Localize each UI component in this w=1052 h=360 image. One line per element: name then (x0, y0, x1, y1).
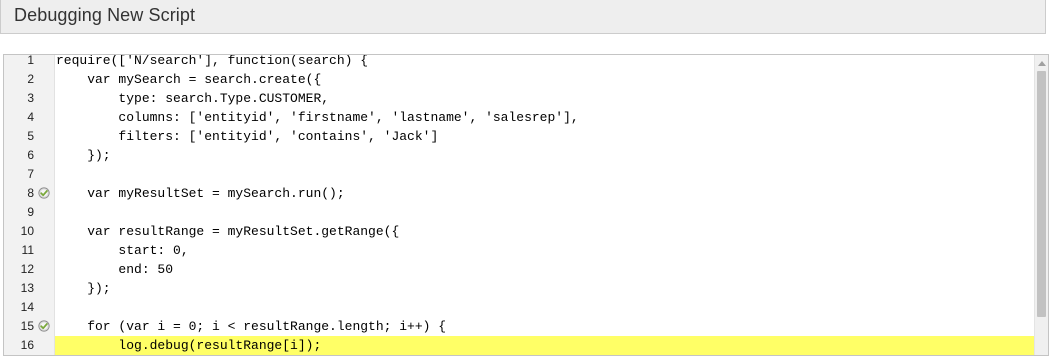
code-cell[interactable] (55, 165, 1034, 184)
line-number[interactable]: 5 (4, 127, 34, 146)
code-text: for (var i = 0; i < resultRange.length; … (56, 319, 447, 334)
code-line[interactable]: 3 type: search.Type.CUSTOMER, (4, 89, 1034, 108)
code-cell[interactable]: var mySearch = search.create({ (55, 70, 1034, 89)
breakpoint-check-icon[interactable] (38, 187, 50, 199)
code-line[interactable]: 14 (4, 298, 1034, 317)
code-text: start: 0, (56, 243, 189, 258)
code-line[interactable]: 10 var resultRange = myResultSet.getRang… (4, 222, 1034, 241)
code-text: log.debug(resultRange[i]); (56, 338, 322, 353)
line-number[interactable]: 3 (4, 89, 34, 108)
scroll-up-arrow-icon[interactable] (1038, 61, 1046, 66)
code-cell[interactable]: for (var i = 0; i < resultRange.length; … (55, 317, 1034, 336)
line-number[interactable]: 9 (4, 203, 34, 222)
breakpoint-check-icon[interactable] (38, 320, 50, 332)
code-line[interactable]: 7 (4, 165, 1034, 184)
line-number[interactable]: 12 (4, 260, 34, 279)
line-number[interactable]: 7 (4, 165, 34, 184)
line-number[interactable]: 13 (4, 279, 34, 298)
code-line[interactable]: 15 for (var i = 0; i < resultRange.lengt… (4, 317, 1034, 336)
scrollbar-thumb[interactable] (1037, 71, 1046, 317)
code-editor[interactable]: 1 require(['N/search'], function(search) … (3, 54, 1049, 356)
line-number[interactable]: 16 (4, 336, 34, 355)
code-line[interactable]: 13 }); (4, 279, 1034, 298)
code-line[interactable]: 4 columns: ['entityid', 'firstname', 'la… (4, 108, 1034, 127)
code-cell[interactable] (55, 203, 1034, 222)
line-number[interactable]: 1 (4, 55, 34, 70)
code-text: var myResultSet = mySearch.run(); (56, 186, 345, 201)
page-title: Debugging New Script (14, 5, 196, 25)
line-number[interactable]: 10 (4, 222, 34, 241)
current-execution-line[interactable]: 16 log.debug(resultRange[i]); (4, 336, 1034, 355)
line-number[interactable]: 14 (4, 298, 34, 317)
code-cell[interactable]: }); (55, 279, 1034, 298)
code-cell[interactable] (55, 298, 1034, 317)
line-number[interactable]: 4 (4, 108, 34, 127)
line-number[interactable]: 15 (4, 317, 34, 336)
code-line[interactable]: 11 start: 0, (4, 241, 1034, 260)
code-text: columns: ['entityid', 'firstname', 'last… (56, 110, 579, 125)
code-text: }); (56, 148, 111, 163)
code-cell[interactable]: var resultRange = myResultSet.getRange({ (55, 222, 1034, 241)
code-text: require(['N/search'], function(search) { (56, 54, 369, 68)
code-text: }); (56, 281, 111, 296)
line-number[interactable]: 2 (4, 70, 34, 89)
code-cell[interactable]: columns: ['entityid', 'firstname', 'last… (55, 108, 1034, 127)
code-line[interactable]: 8 var myResultSet = mySearch.run(); (4, 184, 1034, 203)
code-line[interactable]: 2 var mySearch = search.create({ (4, 70, 1034, 89)
title-bar: Debugging New Script (0, 0, 1046, 34)
code-text: var mySearch = search.create({ (56, 72, 322, 87)
code-text: filters: ['entityid', 'contains', 'Jack'… (56, 129, 439, 144)
vertical-scrollbar[interactable] (1034, 55, 1048, 355)
code-cell[interactable]: }); (55, 146, 1034, 165)
line-number[interactable]: 11 (4, 241, 34, 260)
code-lines: 1 require(['N/search'], function(search) … (4, 54, 1034, 355)
line-number[interactable]: 8 (4, 184, 34, 203)
code-text: var resultRange = myResultSet.getRange({ (56, 224, 400, 239)
code-text: end: 50 (56, 262, 174, 277)
line-number[interactable]: 6 (4, 146, 34, 165)
code-cell[interactable]: log.debug(resultRange[i]); (55, 336, 1034, 355)
code-line[interactable]: 1 require(['N/search'], function(search) … (4, 54, 1034, 70)
code-cell[interactable]: end: 50 (55, 260, 1034, 279)
code-cell[interactable]: var myResultSet = mySearch.run(); (55, 184, 1034, 203)
code-line[interactable]: 9 (4, 203, 1034, 222)
code-cell[interactable]: require(['N/search'], function(search) { (55, 54, 1034, 70)
code-line[interactable]: 6 }); (4, 146, 1034, 165)
code-line[interactable]: 5 filters: ['entityid', 'contains', 'Jac… (4, 127, 1034, 146)
code-cell[interactable]: filters: ['entityid', 'contains', 'Jack'… (55, 127, 1034, 146)
code-text: type: search.Type.CUSTOMER, (56, 91, 330, 106)
code-line[interactable]: 12 end: 50 (4, 260, 1034, 279)
code-cell[interactable]: start: 0, (55, 241, 1034, 260)
code-cell[interactable]: type: search.Type.CUSTOMER, (55, 89, 1034, 108)
